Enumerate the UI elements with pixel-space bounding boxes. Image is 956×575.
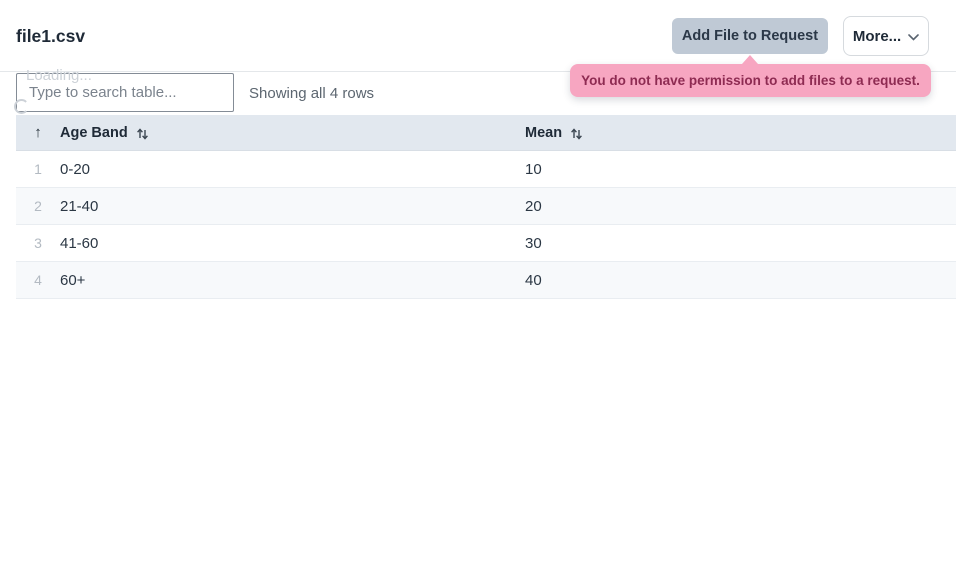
column-header-mean[interactable]: Mean [525, 125, 956, 141]
tooltip-text: You do not have permission to add files … [581, 73, 920, 88]
column-header-age-band[interactable]: Age Band [60, 125, 525, 141]
table-body: 1 0-20 10 2 21-40 20 3 41-60 30 4 60+ 40 [16, 151, 956, 299]
row-number: 3 [16, 235, 60, 251]
sort-direction-arrow-icon: ↑ [34, 124, 42, 141]
cell-age-band: 60+ [60, 272, 525, 289]
table-header-row: ↑ Age Band Mean [16, 115, 956, 151]
row-count-text: Showing all 4 rows [249, 85, 374, 102]
cell-mean: 30 [525, 235, 956, 252]
column-header-label: Age Band [60, 125, 128, 141]
permission-tooltip: You do not have permission to add files … [570, 64, 931, 97]
row-number: 4 [16, 272, 60, 288]
chevron-down-icon [908, 28, 919, 45]
data-table: ↑ Age Band Mean 1 0-20 10 2 21-40 20 3 [16, 115, 956, 299]
table-row[interactable]: 2 21-40 20 [16, 188, 956, 225]
tooltip-arrow [742, 55, 758, 64]
row-number: 2 [16, 198, 60, 214]
sort-icon [570, 126, 583, 140]
table-row[interactable]: 4 60+ 40 [16, 262, 956, 299]
cell-mean: 20 [525, 198, 956, 215]
cell-mean: 40 [525, 272, 956, 289]
column-header-rownum[interactable]: ↑ [16, 124, 60, 141]
add-file-button-label: Add File to Request [682, 28, 818, 44]
cell-age-band: 21-40 [60, 198, 525, 215]
title-bar: file1.csv Add File to Request More... [0, 0, 956, 72]
cell-age-band: 0-20 [60, 161, 525, 178]
add-file-to-request-button[interactable]: Add File to Request [672, 18, 828, 54]
table-row[interactable]: 3 41-60 30 [16, 225, 956, 262]
row-number: 1 [16, 161, 60, 177]
search-input[interactable] [16, 73, 234, 112]
table-row[interactable]: 1 0-20 10 [16, 151, 956, 188]
sort-icon [136, 126, 149, 140]
more-menu-button[interactable]: More... [843, 16, 929, 56]
column-header-label: Mean [525, 125, 562, 141]
cell-age-band: 41-60 [60, 235, 525, 252]
cell-mean: 10 [525, 161, 956, 178]
page-title: file1.csv [16, 26, 85, 47]
more-button-label: More... [853, 28, 901, 45]
